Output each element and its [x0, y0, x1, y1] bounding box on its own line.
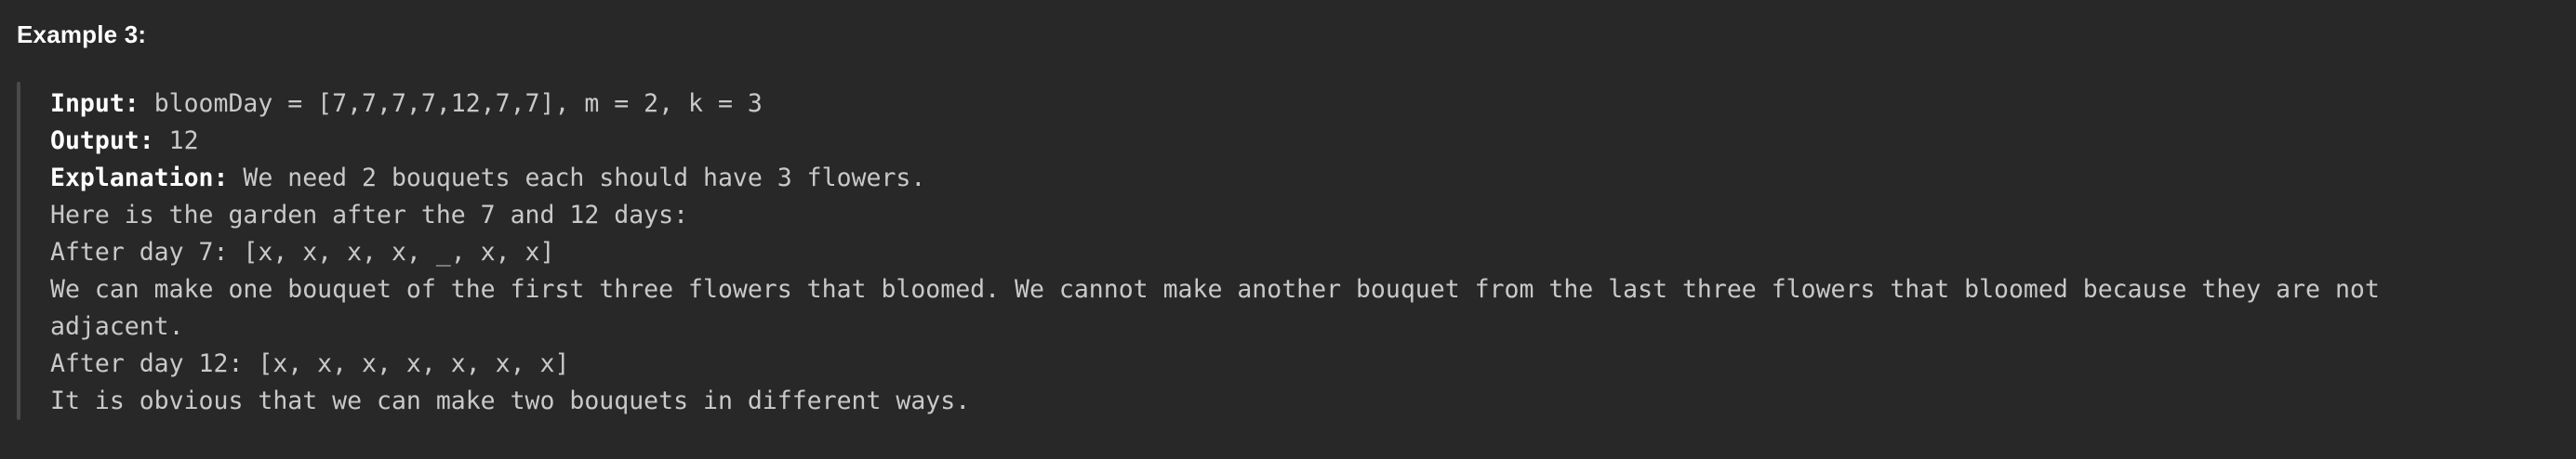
problem-description: Example 3: Input: bloomDay = [7,7,7,7,12…: [0, 0, 2576, 459]
explanation-line: Explanation: We need 2 bouquets each sho…: [50, 160, 2380, 197]
explanation-text-line: We can make one bouquet of the first thr…: [50, 275, 2380, 304]
input-line: Input: bloomDay = [7,7,7,7,12,7,7], m = …: [50, 85, 2380, 123]
output-value: 12: [153, 126, 199, 155]
blockquote-bar: [17, 82, 20, 420]
example-content: Input: bloomDay = [7,7,7,7,12,7,7], m = …: [50, 85, 2380, 420]
explanation-label: Explanation:: [50, 164, 229, 192]
explanation-text-line: adjacent.: [50, 312, 184, 341]
explanation-text-line: It is obvious that we can make two bouqu…: [50, 387, 971, 415]
explanation-text-line: After day 12: [x, x, x, x, x, x, x]: [50, 349, 570, 378]
explanation-value: We need 2 bouquets each should have 3 fl…: [228, 164, 926, 192]
explanation-text-line: After day 7: [x, x, x, x, _, x, x]: [50, 238, 555, 267]
output-line: Output: 12: [50, 123, 2380, 160]
example-heading: Example 3:: [17, 20, 147, 48]
input-value: bloomDay = [7,7,7,7,12,7,7], m = 2, k = …: [139, 89, 763, 118]
explanation-text-line: Here is the garden after the 7 and 12 da…: [50, 201, 689, 230]
output-label: Output:: [50, 126, 154, 155]
input-label: Input:: [50, 89, 139, 118]
example-block: Input: bloomDay = [7,7,7,7,12,7,7], m = …: [17, 82, 2565, 420]
